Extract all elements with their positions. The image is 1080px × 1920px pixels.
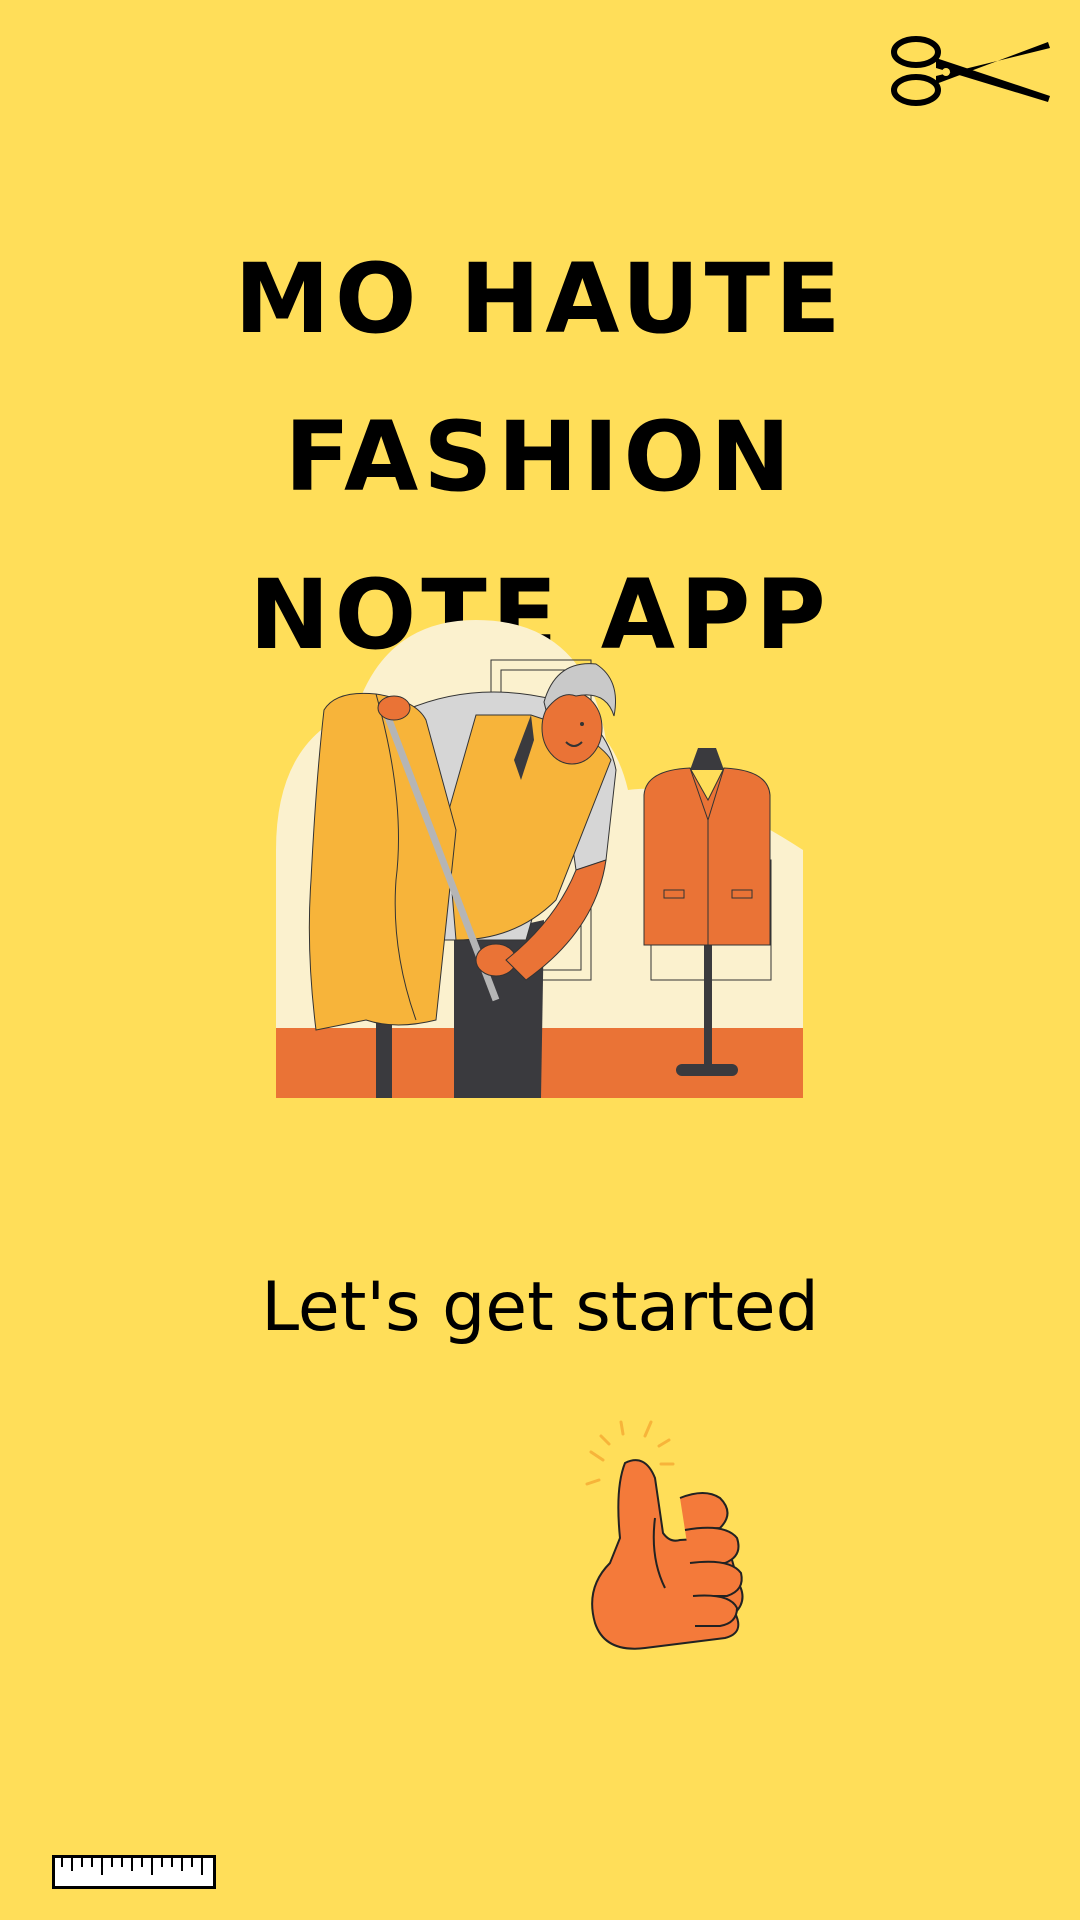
ruler-icon [52, 1855, 216, 1889]
app-title-line-1: MO HAUTE FASHION [234, 243, 846, 513]
thumbs-up-icon [585, 1420, 744, 1650]
get-started-button[interactable]: Let's get started [0, 1268, 1080, 1347]
tailor-illustration [276, 620, 803, 1098]
scissors-icon [891, 36, 1050, 106]
